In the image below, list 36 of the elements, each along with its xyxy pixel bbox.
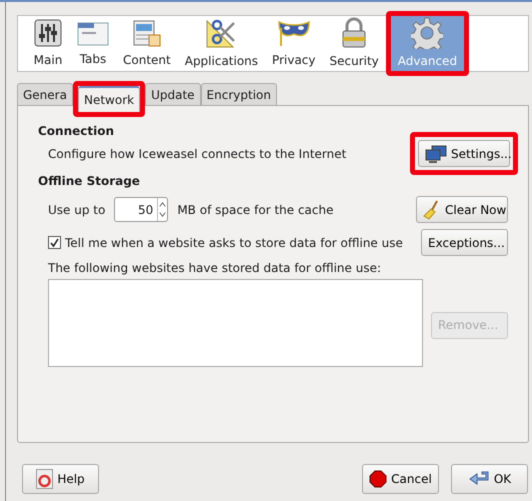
checkbox[interactable] bbox=[48, 236, 61, 249]
tab[interactable]: Network bbox=[78, 86, 140, 112]
scissors-ruler-icon bbox=[205, 17, 238, 49]
tab[interactable]: Encryption bbox=[200, 83, 277, 105]
help-button[interactable]: Help bbox=[22, 464, 99, 494]
pane-tab[interactable]: Main bbox=[26, 16, 70, 71]
spinner-arrows-icon bbox=[157, 198, 168, 221]
ok-button[interactable]: OK bbox=[451, 464, 528, 494]
exceptions-button[interactable]: Exceptions... bbox=[421, 229, 508, 256]
return-arrow-icon bbox=[468, 471, 490, 487]
pane-tab[interactable]: Security bbox=[322, 16, 386, 71]
settings-button[interactable]: Settings... bbox=[418, 140, 510, 167]
tab[interactable]: Update bbox=[145, 83, 201, 105]
connection-description: Configure how Iceweasel connects to the Internet bbox=[48, 146, 346, 162]
stop-icon bbox=[369, 470, 388, 488]
tab[interactable]: Genera bbox=[17, 83, 73, 105]
cache-label: Use up to bbox=[48, 202, 106, 218]
lifebuoy-icon bbox=[36, 469, 54, 489]
cache-unit-label: MB of space for the cache bbox=[177, 202, 334, 218]
document-image-icon bbox=[132, 18, 162, 48]
pane-tab[interactable]: Privacy bbox=[265, 16, 322, 71]
computers-icon bbox=[425, 144, 447, 162]
cancel-button[interactable]: Cancel bbox=[362, 464, 439, 494]
padlock-icon bbox=[340, 17, 368, 49]
clear-now-button[interactable]: Clear Now bbox=[416, 196, 508, 223]
mask-icon bbox=[276, 18, 311, 48]
gear-icon bbox=[411, 17, 444, 49]
sliders-icon bbox=[33, 18, 63, 48]
checkbox-label: Tell me when a website asks to store data for offline use bbox=[65, 234, 403, 252]
section-heading: Connection bbox=[38, 123, 116, 140]
pane-tab[interactable]: Tabs bbox=[70, 16, 116, 71]
pane-tab[interactable]: Content bbox=[116, 16, 178, 71]
cache-size-spinner[interactable]: 50 bbox=[114, 197, 168, 222]
list-label: The following websites have stored data for offline use: bbox=[47, 260, 382, 277]
pane-tab[interactable]: Applications bbox=[178, 16, 266, 71]
section-heading: Offline Storage bbox=[38, 173, 141, 190]
